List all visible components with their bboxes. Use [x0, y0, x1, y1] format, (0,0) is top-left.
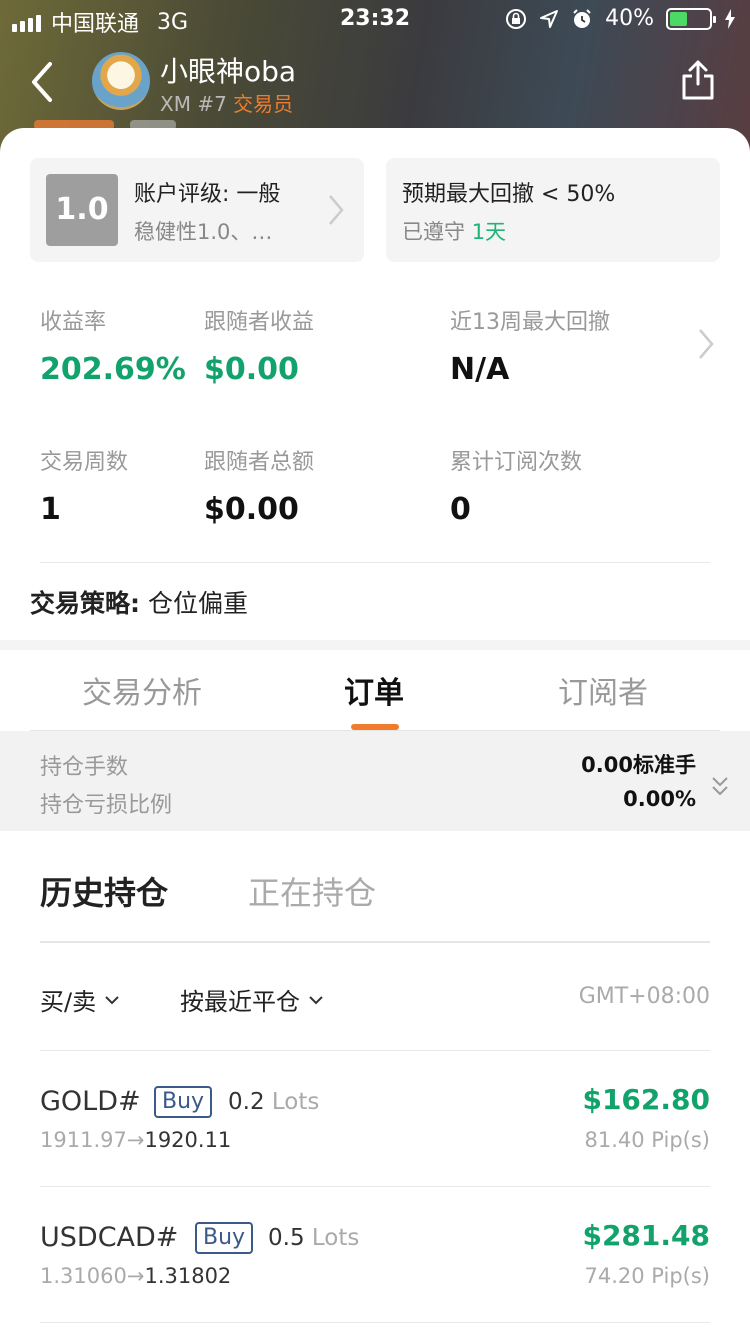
drawdown-days: 1天	[471, 220, 507, 244]
return-label: 收益率	[40, 310, 107, 335]
drawdown-card: 预期最大回撤 < 50% 已遵守 1天	[386, 158, 720, 262]
order-pips: 74.20 Pip(s)	[584, 1264, 711, 1288]
order-lots: 0.5 Lots	[268, 1225, 359, 1251]
side-filter-label: 买/卖	[40, 988, 97, 1016]
timezone-label: GMT+08:00	[578, 984, 710, 1009]
trading-weeks-value: 1	[40, 492, 61, 527]
tab-subscribers[interactable]: 订阅者	[558, 668, 648, 712]
chevron-right-icon[interactable]	[696, 326, 716, 362]
nav-bar: 小眼神oba XM #7 交易员	[0, 44, 750, 124]
close-price: 1.31802	[144, 1264, 232, 1288]
strategy-label: 交易策略:	[30, 589, 140, 618]
trader-role: 交易员	[233, 92, 294, 116]
battery-percent: 40%	[605, 6, 654, 31]
divider	[40, 1050, 710, 1051]
share-icon[interactable]	[680, 58, 716, 102]
alarm-icon	[573, 8, 591, 28]
order-side-badge: Buy	[154, 1086, 213, 1118]
order-side-badge: Buy	[195, 1222, 254, 1254]
location-icon	[540, 9, 559, 28]
order-profit: $162.80	[582, 1083, 710, 1116]
order-lots-value: 0.2	[228, 1089, 265, 1115]
order-lots-unit: Lots	[271, 1089, 320, 1115]
tab-open-positions[interactable]: 正在持仓	[248, 868, 376, 914]
trader-nickname: 小眼神oba	[160, 55, 297, 88]
position-summary[interactable]: 持仓手数 持仓亏损比例 0.00标准手 0.00%	[0, 731, 750, 831]
tab-orders[interactable]: 订单	[344, 668, 404, 712]
return-value: 202.69%	[40, 352, 186, 387]
sort-filter[interactable]: 按最近平仓	[180, 982, 324, 1017]
sort-filter-label: 按最近平仓	[180, 988, 300, 1016]
subscriptions-label: 累计订阅次数	[450, 450, 583, 475]
side-filter[interactable]: 买/卖	[40, 982, 120, 1017]
charging-icon	[725, 8, 735, 29]
max-drawdown-value: N/A	[450, 352, 510, 387]
battery-icon	[666, 7, 716, 30]
order-lots: 0.2 Lots	[228, 1089, 319, 1115]
lock-rotation-icon	[506, 8, 527, 29]
avatar[interactable]	[92, 52, 150, 110]
trader-subtitle: XM #7 交易员	[160, 88, 293, 117]
order-prices: 1.31060→1.31802	[40, 1264, 231, 1288]
open-price: 1911.97	[40, 1128, 127, 1152]
divider	[40, 1322, 710, 1323]
drawdown-compliance: 已遵守 1天	[402, 216, 506, 246]
order-prices: 1911.97→1920.11	[40, 1128, 231, 1152]
account-rating-card[interactable]: 1.0 账户评级: 一般 稳健性1.0、…	[30, 158, 364, 262]
chevron-down-icon	[309, 995, 323, 1004]
divider	[40, 941, 710, 943]
chevron-right-icon	[329, 195, 344, 225]
order-lots-unit: Lots	[311, 1225, 360, 1251]
follower-total-value: $0.00	[204, 492, 299, 527]
follower-profit-label: 跟随者收益	[204, 310, 315, 335]
trading-weeks-label: 交易周数	[40, 450, 129, 475]
max-drawdown-label: 近13周最大回撤	[450, 310, 610, 335]
order-lots-value: 0.5	[268, 1225, 305, 1251]
order-pips: 81.40 Pip(s)	[584, 1128, 711, 1152]
tab-trading-analysis[interactable]: 交易分析	[82, 668, 202, 712]
open-loss-ratio-label: 持仓亏损比例	[40, 793, 173, 818]
divider	[40, 562, 710, 563]
rating-score: 1.0	[46, 174, 118, 246]
drawdown-prefix: 已遵守	[402, 220, 465, 244]
open-loss-ratio-value: 0.00%	[623, 787, 696, 811]
strategy-value: 仓位偏重	[147, 589, 248, 618]
arrow-right-icon: →	[126, 1128, 145, 1152]
back-arrow-icon[interactable]	[24, 58, 64, 106]
subscriptions-value: 0	[450, 492, 471, 527]
open-lots-label: 持仓手数	[40, 755, 129, 780]
drawdown-title: 预期最大回撤 < 50%	[402, 182, 616, 207]
rating-title: 账户评级: 一般	[134, 182, 281, 207]
order-profit: $281.48	[582, 1219, 710, 1252]
open-lots-value: 0.00标准手	[581, 753, 696, 777]
trader-rank: XM #7	[160, 92, 227, 116]
tab-history-positions[interactable]: 历史持仓	[40, 868, 168, 914]
open-price: 1.31060	[40, 1264, 127, 1288]
follower-total-label: 跟随者总额	[204, 450, 315, 475]
double-chevron-down-icon[interactable]	[710, 775, 730, 797]
rating-description: 稳健性1.0、…	[134, 220, 273, 244]
status-bar: 中国联通 3G 23:32 40%	[0, 0, 750, 40]
trading-strategy: 交易策略: 仓位偏重	[30, 584, 248, 620]
close-price: 1920.11	[144, 1128, 232, 1152]
chevron-down-icon	[105, 995, 119, 1004]
order-symbol: USDCAD#	[40, 1222, 179, 1253]
arrow-right-icon: →	[126, 1264, 145, 1288]
section-gap	[0, 640, 750, 650]
follower-profit-value: $0.00	[204, 352, 299, 387]
divider	[40, 1186, 710, 1187]
order-symbol: GOLD#	[40, 1086, 141, 1117]
